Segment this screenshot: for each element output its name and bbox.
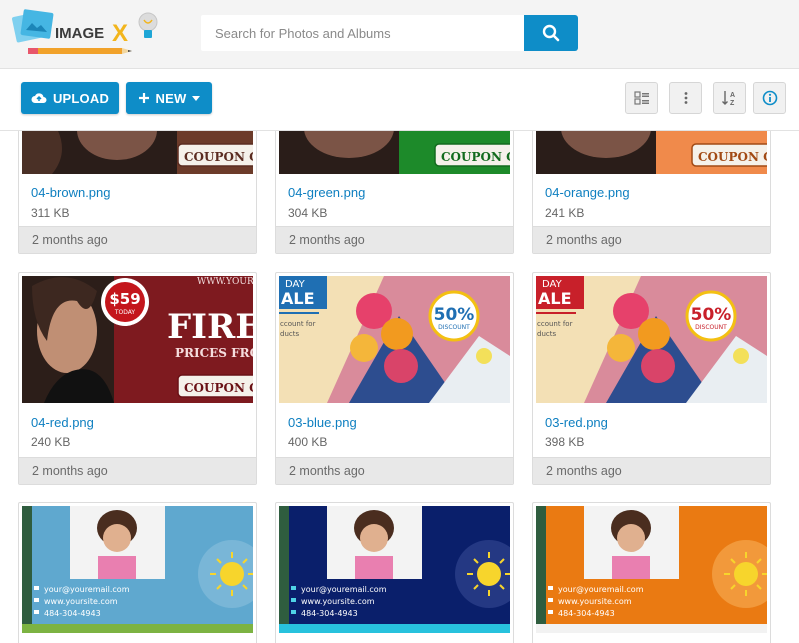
banner-text: COUPON CODE bbox=[184, 150, 253, 164]
email-text: your@youremail.com bbox=[558, 585, 644, 594]
file-size: 304 KB bbox=[288, 206, 328, 220]
search-icon bbox=[542, 24, 560, 42]
banner-text: COUPON CODE bbox=[698, 150, 767, 164]
search-bar bbox=[201, 15, 578, 51]
new-label: NEW bbox=[155, 90, 187, 106]
file-card[interactable]: DAY ALE ccount for ducts 50% DISCOUNT 03… bbox=[275, 272, 514, 485]
file-card[interactable]: COUPON CODE 04-brown.png 311 KB 2 months… bbox=[18, 131, 257, 254]
toolbar: UPLOAD NEW A Z bbox=[0, 69, 799, 131]
website-text: www.yoursite.com bbox=[301, 597, 375, 606]
file-name-link[interactable]: 04-red.png bbox=[31, 415, 94, 430]
file-thumbnail[interactable]: COUPON CODE bbox=[22, 131, 253, 174]
file-age: 2 months ago bbox=[32, 464, 108, 478]
file-age: 2 months ago bbox=[546, 233, 622, 247]
sale-text: ALE bbox=[538, 289, 572, 308]
file-grid: COUPON CODE 04-brown.png 311 KB 2 months… bbox=[0, 131, 799, 643]
file-thumbnail[interactable]: DAY ALE ccount for ducts 50% DISCOUNT bbox=[536, 276, 767, 403]
file-name-link[interactable]: 04-orange.png bbox=[545, 185, 630, 200]
sale-text: ALE bbox=[281, 289, 315, 308]
file-size: 400 KB bbox=[288, 435, 328, 449]
discount-pct: 50% bbox=[434, 305, 475, 325]
upload-button[interactable]: UPLOAD bbox=[21, 82, 119, 114]
file-size: 311 KB bbox=[31, 206, 70, 220]
account-text-2: ducts bbox=[280, 330, 299, 338]
email-text: your@youremail.com bbox=[44, 585, 130, 594]
file-age: 2 months ago bbox=[289, 464, 365, 478]
file-age: 2 months ago bbox=[32, 233, 108, 247]
caret-down-icon bbox=[192, 95, 201, 101]
discount-pct: 50% bbox=[691, 305, 732, 325]
info-icon bbox=[762, 90, 777, 106]
sort-az-icon: A Z bbox=[721, 91, 735, 107]
file-card[interactable]: COUPON CODE 04-green.png 304 KB 2 months… bbox=[275, 131, 514, 254]
file-thumbnail[interactable]: $59 TODAY WWW.YOURS FIRES PRICES FROM CO… bbox=[22, 276, 253, 403]
website-text: www.yoursite.com bbox=[44, 597, 118, 606]
card-footer: 2 months ago bbox=[276, 226, 513, 253]
website-text: www.yoursite.com bbox=[558, 597, 632, 606]
file-thumbnail[interactable]: COUPON CODE bbox=[536, 131, 767, 174]
email-text: your@youremail.com bbox=[301, 585, 387, 594]
file-name-link[interactable]: 03-red.png bbox=[545, 415, 608, 430]
upload-label: UPLOAD bbox=[52, 90, 110, 106]
grid-view-button[interactable] bbox=[625, 82, 658, 114]
phone-text: 484-304-4943 bbox=[44, 609, 101, 618]
discount-text: DISCOUNT bbox=[695, 324, 727, 331]
file-age: 2 months ago bbox=[289, 233, 365, 247]
svg-text:Z: Z bbox=[730, 100, 735, 107]
file-thumbnail[interactable]: COUPON CODE bbox=[279, 131, 510, 174]
file-name-link[interactable]: 04-brown.png bbox=[31, 185, 111, 200]
banner-text: COUPON CODE bbox=[184, 381, 253, 395]
card-footer: 2 months ago bbox=[19, 226, 256, 253]
file-card[interactable]: your@youremail.com www.yoursite.com 484-… bbox=[532, 502, 771, 643]
cloud-upload-icon bbox=[31, 93, 47, 103]
price-text: $59 bbox=[109, 290, 140, 308]
account-text-1: ccount for bbox=[280, 320, 316, 328]
account-text-2: ducts bbox=[537, 330, 556, 338]
file-name-link[interactable]: 03-blue.png bbox=[288, 415, 357, 430]
card-footer: 2 months ago bbox=[533, 226, 770, 253]
grid-view-icon bbox=[633, 91, 649, 105]
card-footer: 2 months ago bbox=[533, 457, 770, 484]
search-input[interactable] bbox=[201, 15, 524, 51]
app-header: IMAGE X bbox=[0, 0, 799, 69]
search-button[interactable] bbox=[524, 15, 578, 51]
info-button[interactable] bbox=[753, 82, 786, 114]
file-card[interactable]: DAY ALE ccount for ducts 50% DISCOUNT 03… bbox=[532, 272, 771, 485]
file-size: 398 KB bbox=[545, 435, 585, 449]
phone-text: 484-304-4943 bbox=[558, 609, 615, 618]
file-age: 2 months ago bbox=[546, 464, 622, 478]
file-thumbnail[interactable]: your@youremail.com www.yoursite.com 484-… bbox=[536, 506, 767, 633]
banner-text: COUPON CODE bbox=[441, 150, 510, 164]
phone-text: 484-304-4943 bbox=[301, 609, 358, 618]
sub-text: PRICES FROM bbox=[175, 346, 253, 360]
svg-text:A: A bbox=[730, 92, 735, 99]
headline-text: FIRES bbox=[167, 307, 253, 347]
app-logo[interactable]: IMAGE X bbox=[11, 8, 162, 62]
file-card[interactable]: $59 TODAY WWW.YOURS FIRES PRICES FROM CO… bbox=[18, 272, 257, 485]
card-footer: 2 months ago bbox=[19, 457, 256, 484]
file-card[interactable]: COUPON CODE 04-orange.png 241 KB 2 month… bbox=[532, 131, 771, 254]
file-thumbnail[interactable]: your@youremail.com www.yoursite.com 484-… bbox=[22, 506, 253, 633]
sort-button[interactable]: A Z bbox=[713, 82, 746, 114]
svg-text:X: X bbox=[112, 20, 128, 47]
new-dropdown-button[interactable]: NEW bbox=[126, 82, 212, 114]
file-name-link[interactable]: 04-green.png bbox=[288, 185, 365, 200]
file-size: 241 KB bbox=[545, 206, 585, 220]
file-card[interactable]: your@youremail.com www.yoursite.com 484-… bbox=[18, 502, 257, 643]
account-text-1: ccount for bbox=[537, 320, 573, 328]
discount-text: DISCOUNT bbox=[438, 324, 470, 331]
file-thumbnail[interactable]: your@youremail.com www.yoursite.com 484-… bbox=[279, 506, 510, 633]
site-text: WWW.YOURS bbox=[197, 277, 253, 287]
more-options-button[interactable] bbox=[669, 82, 702, 114]
more-vertical-icon bbox=[684, 92, 687, 104]
file-card[interactable]: your@youremail.com www.yoursite.com 484-… bbox=[275, 502, 514, 643]
file-thumbnail[interactable]: DAY ALE ccount for ducts 50% DISCOUNT bbox=[279, 276, 510, 403]
plus-icon bbox=[138, 93, 149, 103]
file-size: 240 KB bbox=[31, 435, 71, 449]
card-footer: 2 months ago bbox=[276, 457, 513, 484]
svg-text:IMAGE: IMAGE bbox=[55, 25, 104, 42]
today-text: TODAY bbox=[114, 309, 136, 316]
